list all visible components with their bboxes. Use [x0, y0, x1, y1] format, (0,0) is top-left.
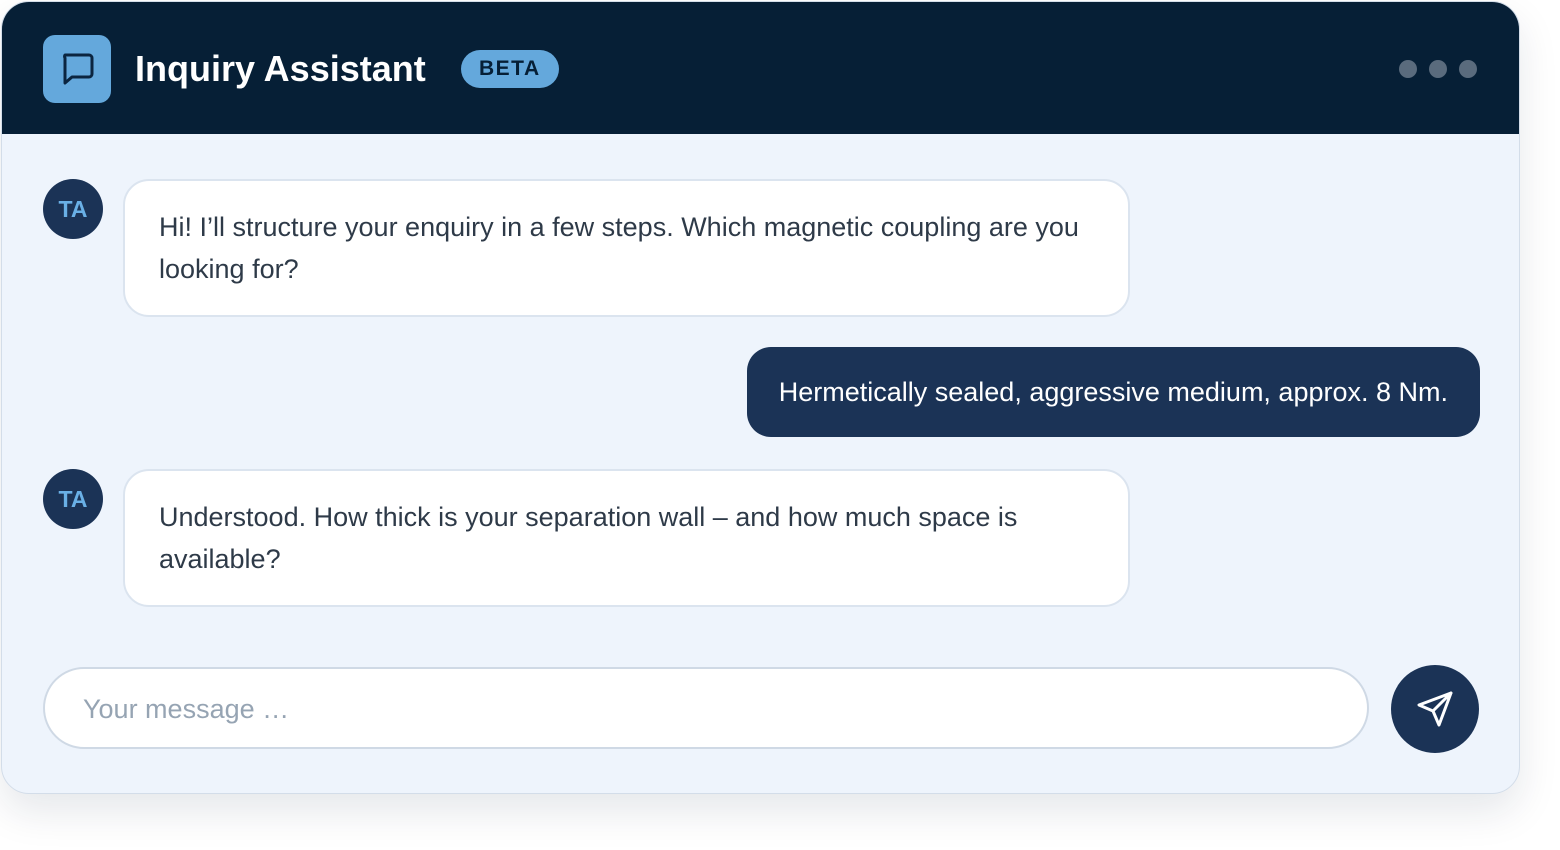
menu-dot [1399, 60, 1417, 78]
user-message: Hermetically sealed, aggressive medium, … [746, 347, 1480, 437]
beta-badge: BETA [461, 50, 559, 88]
chat-bubble-icon [43, 35, 111, 103]
assistant-message: Hi! I’ll structure your enquiry in a few… [123, 179, 1130, 317]
menu-dot [1429, 60, 1447, 78]
assistant-message: Understood. How thick is your separation… [123, 469, 1130, 607]
send-button[interactable] [1391, 665, 1479, 753]
chat-window: Inquiry Assistant BETA TA Hi! I’ll struc… [1, 1, 1520, 794]
more-dots-icon[interactable] [1399, 59, 1481, 79]
send-icon [1417, 691, 1453, 727]
message-input[interactable] [81, 669, 1335, 749]
menu-dot [1459, 60, 1477, 78]
app-title: Inquiry Assistant [135, 48, 426, 89]
assistant-avatar: TA [43, 469, 103, 529]
assistant-avatar: TA [43, 179, 103, 239]
chat-header: Inquiry Assistant BETA [2, 2, 1519, 134]
message-input-container [43, 667, 1369, 749]
